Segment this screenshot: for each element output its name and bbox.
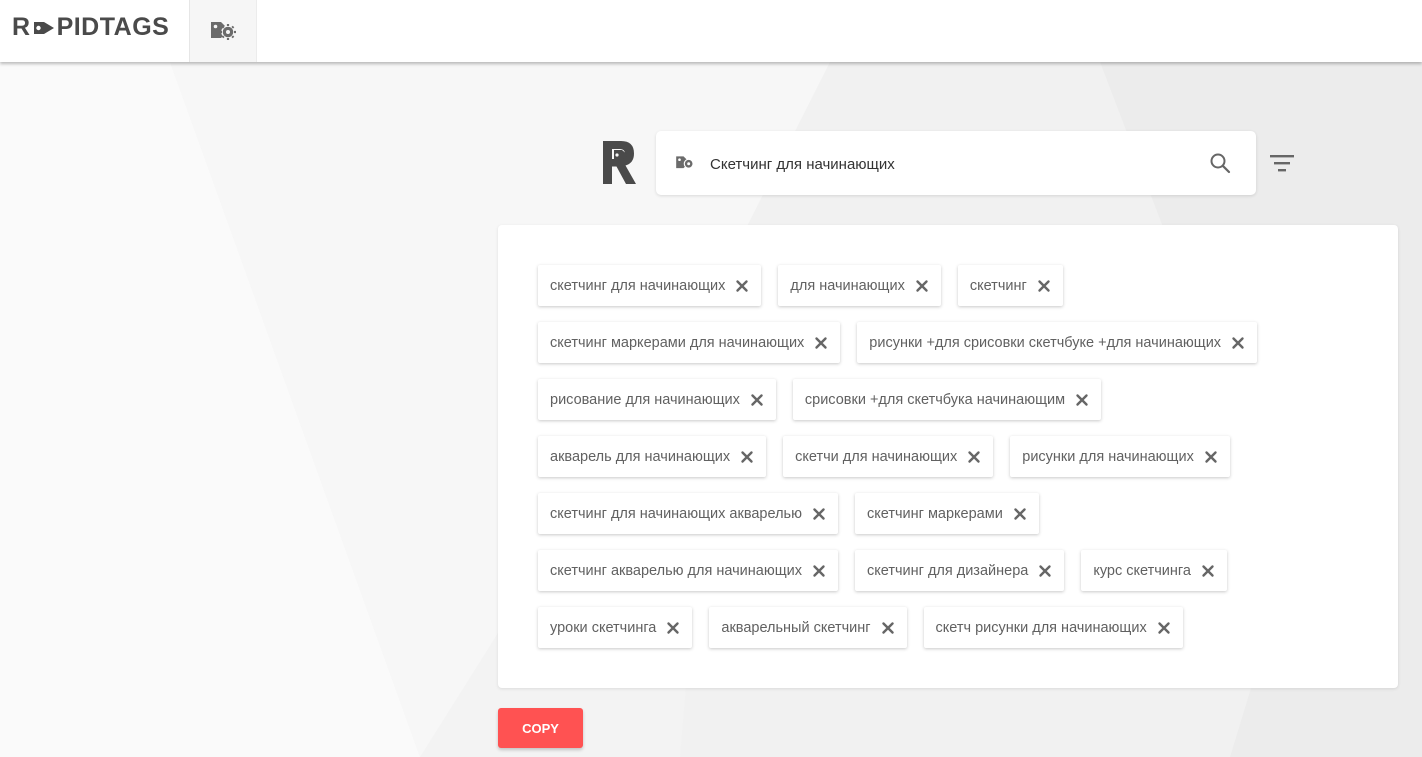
tag-label: для начинающих xyxy=(790,277,905,294)
top-bar: R PIDTAGS xyxy=(0,0,1422,62)
tag-label: рисунки для начинающих xyxy=(1022,448,1194,465)
close-icon[interactable] xyxy=(812,507,826,521)
close-icon[interactable] xyxy=(915,279,929,293)
tag-label: скетчи для начинающих xyxy=(795,448,958,465)
tag-chip: рисунки для начинающих xyxy=(1010,436,1230,477)
close-icon[interactable] xyxy=(1075,393,1089,407)
close-icon[interactable] xyxy=(967,450,981,464)
tag-label: рисование для начинающих xyxy=(550,391,740,408)
tag-chip: скетчи для начинающих xyxy=(783,436,994,477)
close-icon[interactable] xyxy=(740,450,754,464)
tag-row: скетчинг для начинающих для начинающих с… xyxy=(538,265,1063,306)
tag-row: скетчинг маркерами для начинающих рисунк… xyxy=(538,322,1258,363)
tag-chip: скетчинг маркерами xyxy=(854,493,1039,534)
close-icon[interactable] xyxy=(881,621,895,635)
tag-row: уроки скетчинга акварельный скетчинг ске… xyxy=(538,607,1183,648)
search-bar xyxy=(656,131,1256,195)
tag-label: скетчинг для начинающих xyxy=(550,277,726,294)
logo-text-right: PIDTAGS xyxy=(56,13,170,41)
brand-r-logo xyxy=(603,141,636,184)
tag-chip: скетчинг для начинающих акварелью xyxy=(538,493,838,534)
close-icon[interactable] xyxy=(1013,507,1027,521)
app-logo[interactable]: R PIDTAGS xyxy=(12,13,169,42)
close-icon[interactable] xyxy=(812,564,826,578)
tags-panel: скетчинг для начинающих для начинающих с… xyxy=(498,225,1398,688)
tag-row: скетчинг для начинающих акварелью скетчи… xyxy=(538,493,1039,534)
tag-chip: рисунки +для срисовки скетчбуке +для нач… xyxy=(857,322,1258,363)
tag-label: скетчинг акварелью для начинающих xyxy=(550,562,802,579)
close-icon[interactable] xyxy=(1038,564,1052,578)
tag-label: срисовки +для скетчбука начинающим xyxy=(804,391,1066,408)
close-icon[interactable] xyxy=(735,279,749,293)
close-icon[interactable] xyxy=(1204,450,1218,464)
tag-row: рисование для начинающих срисовки +для с… xyxy=(538,379,1102,420)
tag-label: скетчинг маркерами для начинающих xyxy=(550,334,805,351)
search-icon[interactable] xyxy=(1208,151,1232,175)
tag-label: курс скетчинга xyxy=(1093,562,1191,579)
close-icon[interactable] xyxy=(750,393,764,407)
tag-label: акварель для начинающих xyxy=(550,448,731,465)
tag-chip: акварельный скетчинг xyxy=(709,607,907,648)
tag-settings-tab[interactable] xyxy=(189,0,257,62)
tag-gear-icon xyxy=(676,156,694,169)
tag-chip: рисование для начинающих xyxy=(538,379,776,420)
tag-chip: скетчинг акварелью для начинающих xyxy=(538,550,838,591)
close-icon[interactable] xyxy=(666,621,680,635)
tag-chip: акварель для начинающих xyxy=(538,436,767,477)
tag-chip: курс скетчинга xyxy=(1081,550,1227,591)
tag-label: скетч рисунки для начинающих xyxy=(935,619,1147,636)
tag-row: скетчинг акварелью для начинающих скетчи… xyxy=(538,550,1227,591)
close-icon[interactable] xyxy=(1231,336,1245,350)
tag-chip: срисовки +для скетчбука начинающим xyxy=(792,379,1102,420)
tag-chip: скетчинг xyxy=(957,265,1063,306)
close-icon[interactable] xyxy=(1037,279,1051,293)
logo-text-left: R xyxy=(12,13,31,41)
tag-label: скетчинг для начинающих акварелью xyxy=(550,505,802,522)
tag-row: акварель для начинающих скетчи для начин… xyxy=(538,436,1230,477)
copy-button[interactable]: COPY xyxy=(498,708,583,748)
tag-label: скетчинг xyxy=(969,277,1027,294)
tag-chip: для начинающих xyxy=(778,265,941,306)
close-icon[interactable] xyxy=(814,336,828,350)
tag-label: акварельный скетчинг xyxy=(721,619,871,636)
tag-chip: скетчинг для начинающих xyxy=(538,265,762,306)
tag-chip: скетчинг для дизайнера xyxy=(854,550,1065,591)
close-icon[interactable] xyxy=(1201,564,1215,578)
tag-label: уроки скетчинга xyxy=(550,619,657,636)
tag-label: скетчинг для дизайнера xyxy=(866,562,1029,579)
search-input[interactable] xyxy=(708,147,1192,181)
logo-tag-icon xyxy=(33,21,54,34)
filter-icon[interactable] xyxy=(1269,152,1295,174)
tag-gear-icon xyxy=(211,22,236,40)
tag-chip: скетч рисунки для начинающих xyxy=(923,607,1183,648)
tag-chip: уроки скетчинга xyxy=(538,607,693,648)
tag-label: рисунки +для срисовки скетчбуке +для нач… xyxy=(869,334,1222,351)
close-icon[interactable] xyxy=(1157,621,1171,635)
tag-label: скетчинг маркерами xyxy=(866,505,1003,522)
tag-chip: скетчинг маркерами для начинающих xyxy=(538,322,841,363)
